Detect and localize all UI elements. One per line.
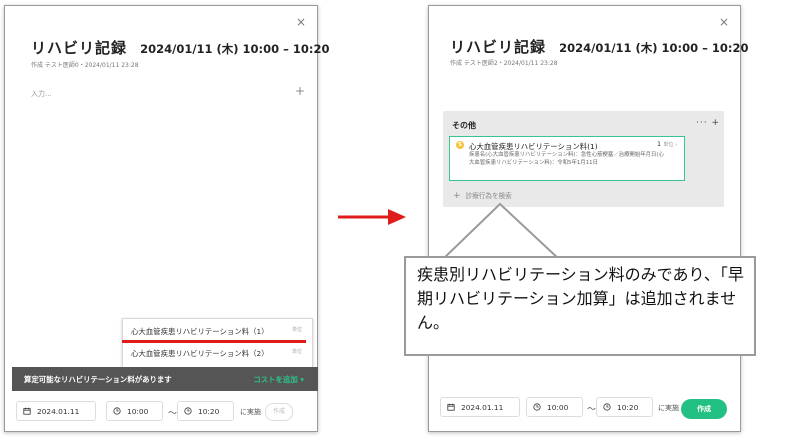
date-field[interactable]: 2024.01.11 [440,397,520,417]
page-title: リハビリ記録 [450,38,547,56]
create-label: 作成 [697,405,711,413]
create-button-disabled[interactable]: 作成 [265,403,294,421]
created-meta: 作成 テスト医師0・2024/01/11 23:28 [31,62,139,69]
title-row: リハビリ記録 2024/01/11 (木) 10:00 – 10:20 [450,36,749,57]
clock-icon [113,407,121,415]
start-time-value: 10:00 [127,407,149,416]
add-cost-button[interactable]: コストを追加 ▾ [253,374,304,385]
add-plus-icon[interactable]: + [295,84,305,98]
end-time-value: 10:20 [198,407,220,416]
fee-item-unit: 単位 › [663,142,677,148]
clock-icon [533,403,541,411]
time-separator: 〜 [168,409,178,419]
performed-label: に実施 [240,408,261,416]
clock-icon [603,403,611,411]
popup-item-rehab-1[interactable]: 心大血管疾患リハビリテーション料（1） 単位 [131,326,302,337]
section-title: その他 [452,121,476,130]
calendar-icon [23,407,31,415]
date-field[interactable]: 2024.01.11 [16,401,96,421]
record-input[interactable]: 入力... [31,89,52,99]
section-menu-icon[interactable]: ··· + [696,118,720,128]
callout-text: 疾患別リハビリテーション料のみであり、「早期リハビリテーション加算」は追加されま… [417,265,744,332]
fee-notice-text: 算定可能なリハビリテーション料があります [24,375,172,384]
date-value: 2024.01.11 [37,407,80,416]
search-label: 診療行為を検索 [465,192,512,200]
record-datetime: 2024/01/11 (木) 10:00 – 10:20 [140,42,330,56]
record-datetime: 2024/01/11 (木) 10:00 – 10:20 [559,41,749,55]
popup-item-label: 心大血管疾患リハビリテーション料（2） [131,349,269,358]
clock-icon [184,407,192,415]
popup-item-unit: 単位 [292,327,303,333]
performed-label: に実施 [658,404,679,412]
end-time-field[interactable]: 10:20 [596,397,653,417]
status-icon: S [456,141,464,149]
popup-item-unit: 単位 [292,349,303,355]
page-title: リハビリ記録 [31,39,128,57]
fee-notice-bar: 算定可能なリハビリテーション料があります コストを追加 ▾ [12,367,318,391]
calendar-icon [447,403,455,411]
explanation-callout: 疾患別リハビリテーション料のみであり、「早期リハビリテーション加算」は追加されま… [404,256,756,356]
popup-item-rehab-2[interactable]: 心大血管疾患リハビリテーション料（2） 単位 [131,348,302,359]
start-time-field[interactable]: 10:00 [526,397,583,417]
fee-item-desc: 疾患名(心大血管疾患リハビリテーション料)：急性心筋梗塞／治療開始年月日(心大血… [469,152,664,166]
callout-pointer [439,202,563,261]
start-time-field[interactable]: 10:00 [106,401,163,421]
rehab-fee-popup: 心大血管疾患リハビリテーション料（1） 単位 心大血管疾患リハビリテーション料（… [122,318,313,371]
close-icon[interactable]: × [719,15,729,29]
close-icon[interactable]: × [296,15,306,29]
popup-item-label: 心大血管疾患リハビリテーション料（1） [131,327,269,336]
start-time-value: 10:00 [547,403,569,412]
time-separator: 〜 [587,405,597,415]
create-label: 作成 [273,408,286,415]
arrow-right-icon [338,209,406,225]
end-time-value: 10:20 [617,403,639,412]
title-row: リハビリ記録 2024/01/11 (木) 10:00 – 10:20 [31,37,330,58]
date-value: 2024.01.11 [461,403,504,412]
end-time-field[interactable]: 10:20 [177,401,234,421]
fee-item-qty[interactable]: 1 [657,141,661,148]
fee-item-card[interactable]: S 心大血管疾患リハビリテーション料(1) 1 単位 › 疾患名(心大血管疾患リ… [449,136,685,181]
other-section: その他 ··· + S 心大血管疾患リハビリテーション料(1) 1 単位 › 疾… [443,111,724,207]
created-meta: 作成 テスト医師2・2024/01/11 23:28 [450,60,558,67]
create-button[interactable]: 作成 [681,399,727,419]
highlight-underline [122,340,306,343]
